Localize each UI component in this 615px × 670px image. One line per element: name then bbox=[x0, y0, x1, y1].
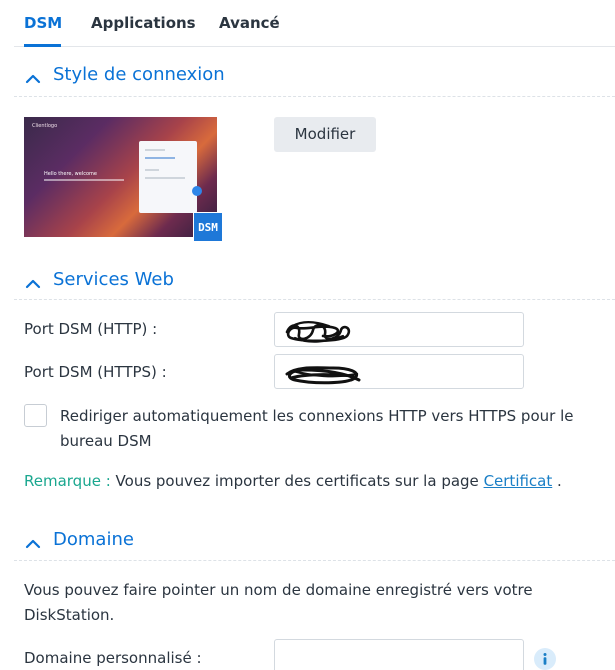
section-title: Style de connexion bbox=[53, 64, 225, 85]
remark-line: Remarque : Vous pouvez importer des cert… bbox=[24, 472, 562, 490]
section-domain-header: Domaine bbox=[24, 528, 615, 558]
remark-text: Vous pouvez importer des certificats sur… bbox=[115, 472, 479, 490]
redaction-scribble bbox=[285, 366, 361, 385]
certificate-link[interactable]: Certificat bbox=[484, 472, 553, 490]
chevron-up-icon[interactable] bbox=[24, 70, 42, 88]
tab-dsm[interactable]: DSM bbox=[24, 14, 62, 32]
domain-description: Vous pouvez faire pointer un nom de doma… bbox=[24, 581, 533, 624]
preview-card-line bbox=[145, 177, 185, 179]
redaction-scribble bbox=[285, 321, 351, 343]
dsm-badge-icon: DSM bbox=[193, 212, 223, 242]
preview-welcome-text: Hello there, welcome bbox=[44, 171, 97, 177]
section-divider bbox=[14, 560, 615, 561]
tab-advanced[interactable]: Avancé bbox=[219, 14, 280, 32]
section-login-style-header: Style de connexion bbox=[24, 63, 615, 93]
preview-card-line bbox=[145, 157, 175, 159]
https-port-input[interactable] bbox=[274, 354, 524, 389]
info-icon[interactable] bbox=[534, 648, 556, 670]
https-redirect-label: Rediriger automatiquement les connexions… bbox=[60, 407, 574, 450]
section-divider bbox=[14, 96, 615, 97]
preview-card-line bbox=[145, 169, 159, 171]
remark-label: Remarque : bbox=[24, 472, 111, 490]
preview-subtitle-line bbox=[44, 179, 124, 181]
section-web-services-header: Services Web bbox=[24, 268, 615, 298]
active-tab-indicator bbox=[24, 44, 61, 47]
login-style-preview: Clientlogo Hello there, welcome bbox=[24, 117, 217, 237]
http-port-input[interactable] bbox=[274, 312, 524, 347]
remark-end: . bbox=[557, 472, 562, 490]
https-redirect-checkbox[interactable] bbox=[24, 404, 47, 427]
chevron-up-icon[interactable] bbox=[24, 275, 42, 293]
custom-domain-label: Domaine personnalisé : bbox=[24, 649, 202, 667]
custom-domain-input[interactable] bbox=[274, 639, 524, 670]
section-title: Services Web bbox=[53, 269, 174, 290]
section-title: Domaine bbox=[53, 529, 134, 550]
tab-applications[interactable]: Applications bbox=[91, 14, 196, 32]
https-port-label: Port DSM (HTTPS) : bbox=[24, 363, 167, 381]
chevron-up-icon[interactable] bbox=[24, 535, 42, 553]
http-port-label: Port DSM (HTTP) : bbox=[24, 320, 158, 338]
preview-card-line bbox=[145, 149, 165, 151]
preview-submit-dot bbox=[192, 186, 202, 196]
tab-bar: DSM Applications Avancé bbox=[14, 0, 615, 47]
preview-login-card bbox=[139, 141, 197, 213]
modify-button[interactable]: Modifier bbox=[274, 117, 376, 152]
preview-logo-text: Clientlogo bbox=[32, 123, 58, 129]
section-divider bbox=[14, 299, 615, 300]
